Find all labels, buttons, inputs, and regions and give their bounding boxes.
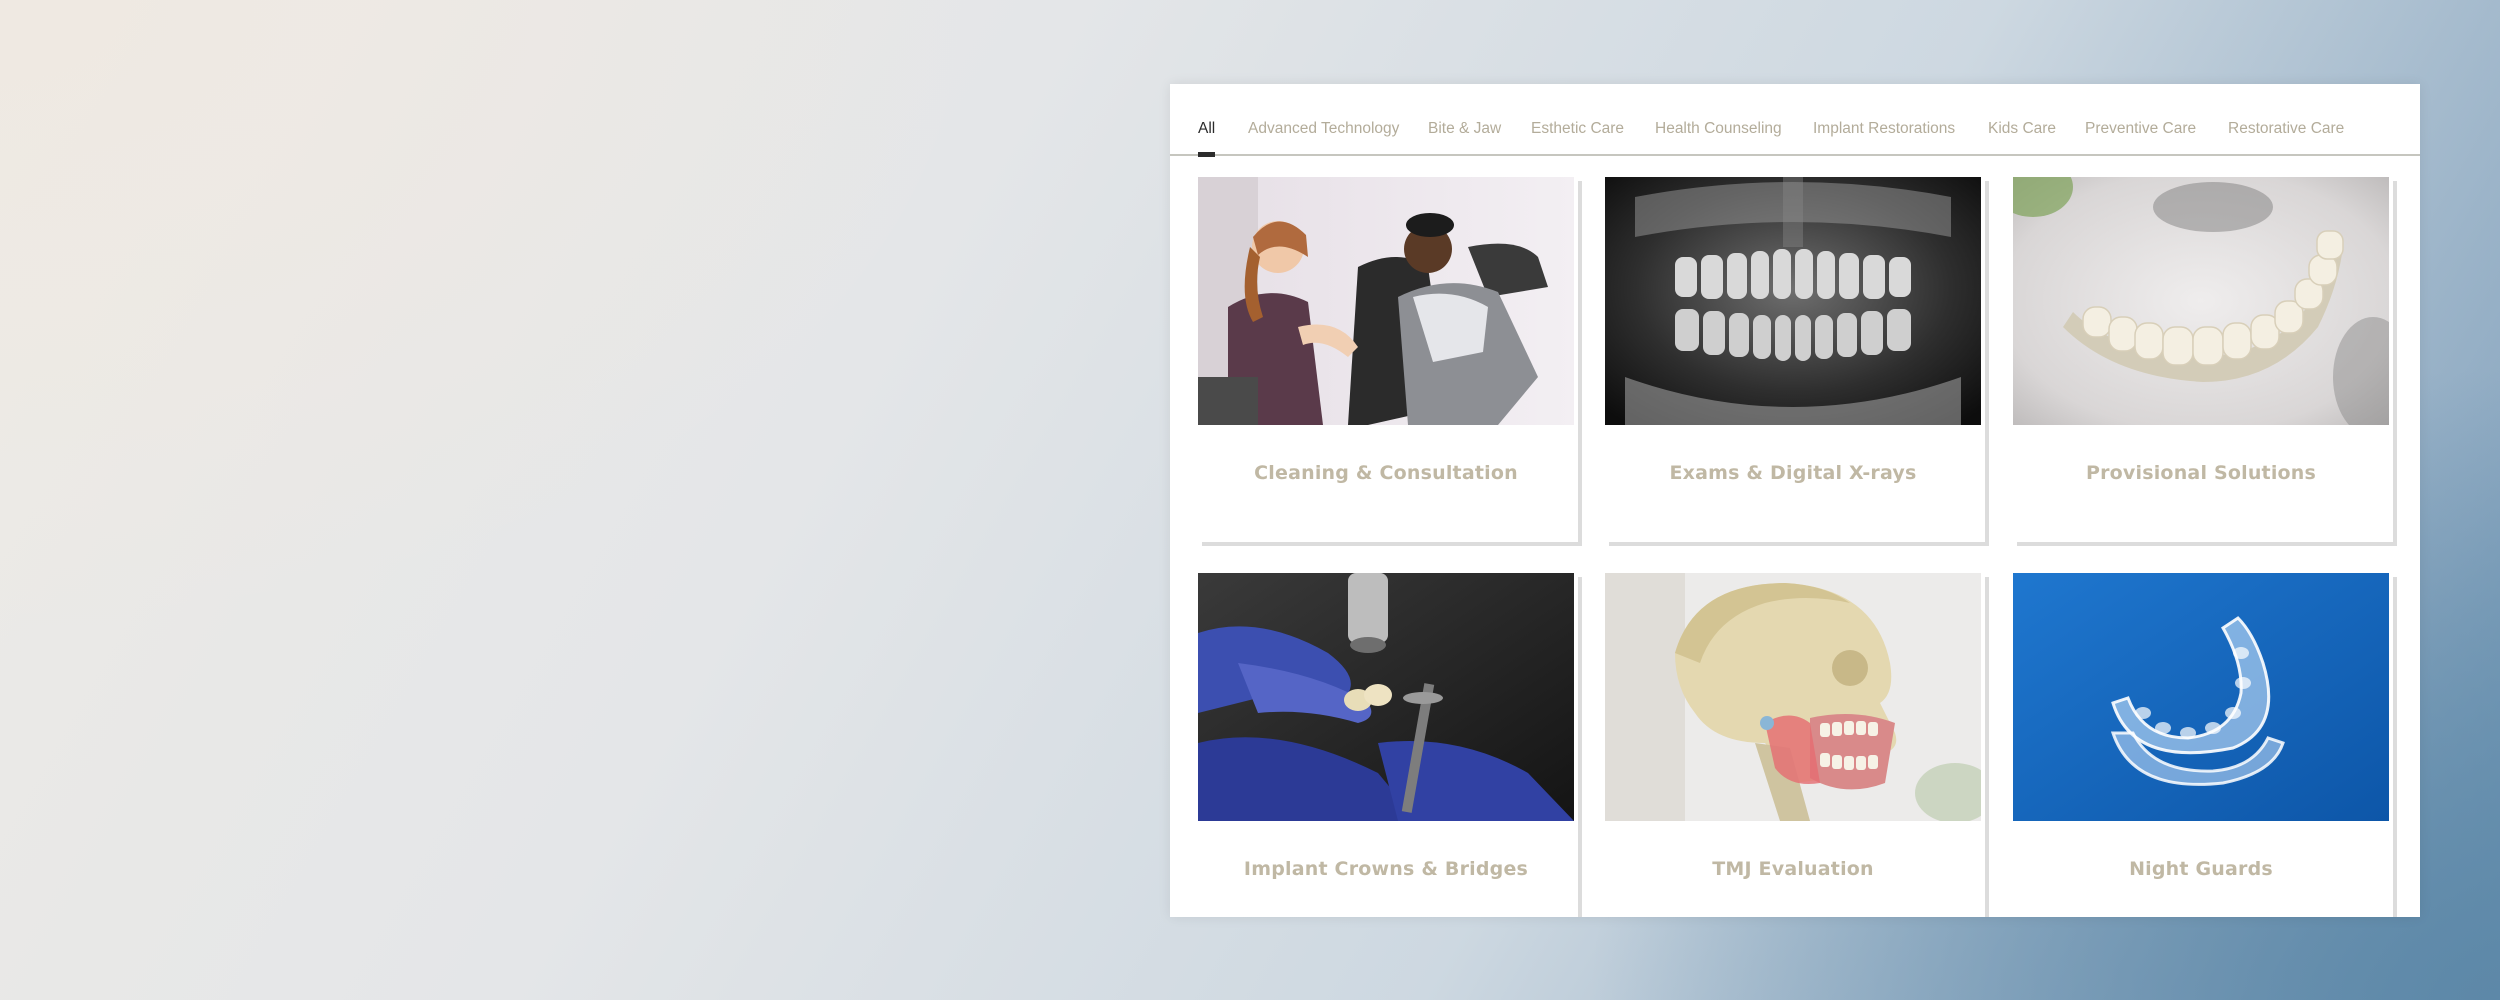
- service-card-provisional[interactable]: Provisional Solutions: [2013, 177, 2393, 542]
- tab-all[interactable]: All: [1198, 120, 1216, 157]
- tab-bite-jaw[interactable]: Bite & Jaw: [1428, 120, 1501, 154]
- dental-xray-image: [1605, 177, 1981, 425]
- card-title: Cleaning & Consultation: [1254, 462, 1518, 484]
- tab-advanced-technology[interactable]: Advanced Technology: [1248, 120, 1399, 154]
- implant-crowns-image: [1198, 573, 1574, 821]
- cleaning-consultation-image: [1198, 177, 1574, 425]
- card-title: Implant Crowns & Bridges: [1243, 858, 1529, 880]
- night-guard-image: [2013, 573, 2389, 821]
- card-title: TMJ Evaluation: [1712, 858, 1874, 880]
- service-card-tmj[interactable]: TMJ Evaluation: [1605, 573, 1985, 917]
- service-card-implant-crowns[interactable]: Implant Crowns & Bridges: [1198, 573, 1578, 917]
- category-filter-tabs: All Advanced Technology Bite & Jaw Esthe…: [1170, 84, 2420, 157]
- tab-esthetic-care[interactable]: Esthetic Care: [1531, 120, 1624, 154]
- provisional-dentures-image: [2013, 177, 2389, 425]
- card-title: Night Guards: [2129, 858, 2273, 880]
- tab-restorative-care[interactable]: Restorative Care: [2228, 120, 2344, 154]
- service-card-night-guards[interactable]: Night Guards: [2013, 573, 2393, 917]
- tab-implant-restorations[interactable]: Implant Restorations: [1813, 120, 1955, 154]
- tmj-skull-image: [1605, 573, 1981, 821]
- tab-health-counseling[interactable]: Health Counseling: [1655, 120, 1782, 154]
- card-title: Exams & Digital X-rays: [1669, 462, 1917, 484]
- service-card-exams-xrays[interactable]: Exams & Digital X-rays: [1605, 177, 1985, 542]
- services-panel: All Advanced Technology Bite & Jaw Esthe…: [1170, 84, 2420, 917]
- card-title: Provisional Solutions: [2085, 462, 2317, 484]
- tab-preventive-care[interactable]: Preventive Care: [2085, 120, 2196, 154]
- tab-kids-care[interactable]: Kids Care: [1988, 120, 2056, 154]
- service-card-cleaning[interactable]: Cleaning & Consultation: [1198, 177, 1578, 542]
